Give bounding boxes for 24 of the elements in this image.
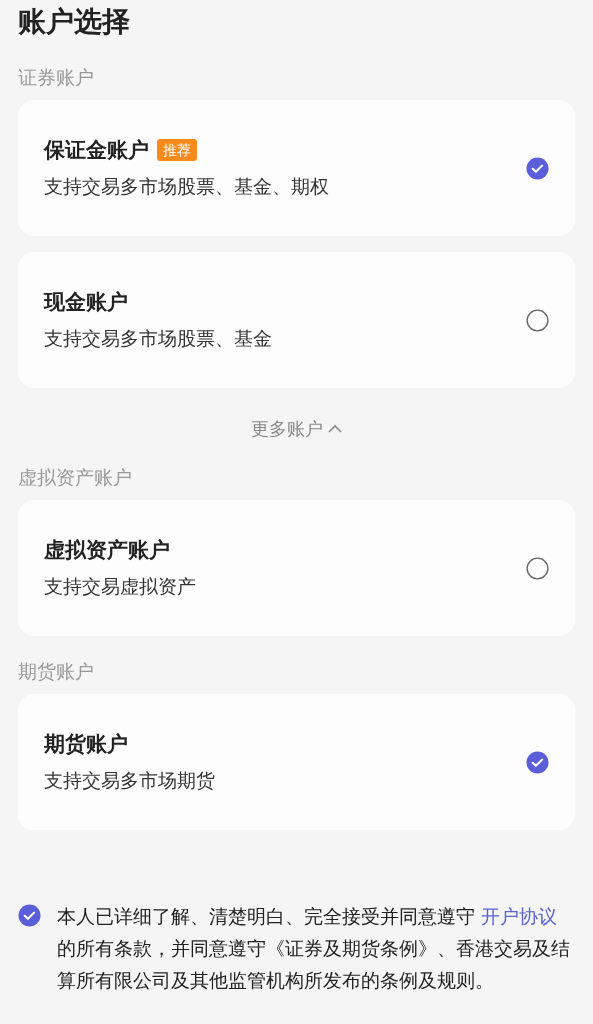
section-label: 证券账户	[17, 65, 95, 90]
account-card[interactable]: 保证金账户 推荐 支持交易多市场股票、基金、期权	[18, 100, 575, 236]
section-label: 虚拟资产账户	[17, 465, 133, 490]
checked-radio[interactable]	[526, 156, 549, 180]
account-name: 现金账户	[44, 289, 128, 316]
page-title: 账户选择	[17, 4, 131, 40]
radio-button[interactable]	[526, 308, 549, 332]
account-card[interactable]: 虚拟资产账户 支持交易虚拟资产	[18, 500, 575, 636]
account-name: 虚拟资产账户	[44, 537, 170, 564]
section-label: 期货账户	[17, 659, 95, 684]
account-description: 支持交易多市场股票、基金、期权	[44, 174, 330, 199]
radio-button[interactable]	[526, 556, 549, 580]
recommend-tag: 推荐	[157, 139, 197, 161]
account-description: 支持交易多市场期货	[44, 768, 216, 793]
account-card[interactable]: 期货账户 支持交易多市场期货	[18, 694, 575, 830]
checked-checkbox[interactable]	[18, 904, 41, 927]
account-name: 期货账户	[44, 731, 128, 758]
checked-radio[interactable]	[526, 750, 549, 774]
account-name: 保证金账户	[44, 137, 149, 164]
account-card[interactable]: 现金账户 支持交易多市场股票、基金	[18, 252, 575, 388]
account-description: 支持交易多市场股票、基金	[44, 326, 273, 351]
agreement-link[interactable]: 开户协议	[481, 905, 558, 927]
agreement-text: 本人已详细了解、清楚明白、完全接受并同意遵守 开户协议 的所有条款，并同意遵守《证券及期货条例》、香港交易及结算所有限公司及其他监管机构所发布的条例及规则。	[57, 904, 571, 993]
account-description: 支持交易虚拟资产	[44, 574, 197, 599]
